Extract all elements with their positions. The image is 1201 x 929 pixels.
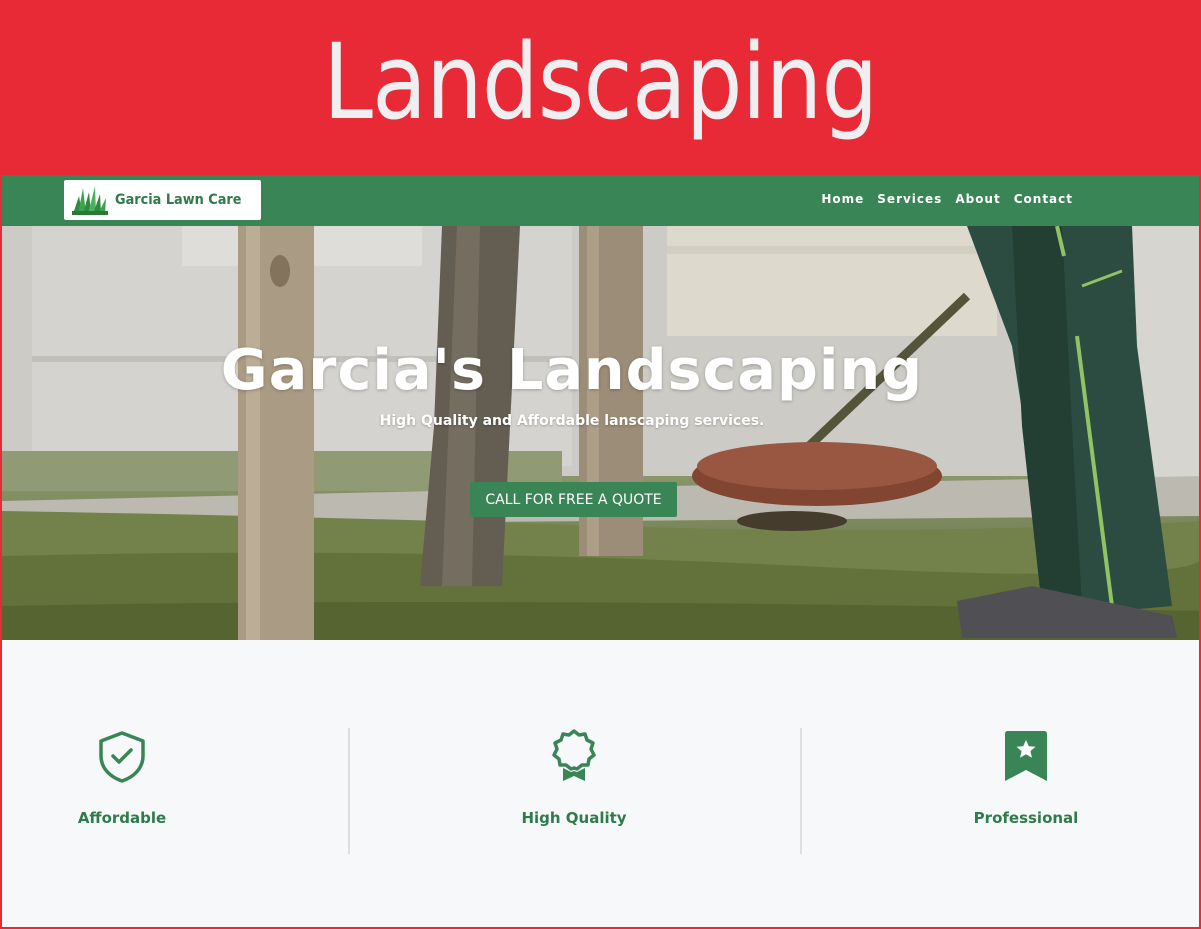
hero-section: Garcia's Landscaping High Quality and Af… [2,226,1199,640]
hero-subtitle: High Quality and Affordable lanscaping s… [379,413,765,429]
top-banner: Landscaping [2,2,1199,175]
nav-link-contact[interactable]: Contact [1014,192,1073,206]
banner-title: Landscaping [323,20,878,143]
feature-affordable: Affordable [72,728,172,854]
shield-check-icon [99,731,145,783]
feature-label: Professional [973,809,1079,827]
award-ribbon-icon [552,729,596,781]
nav-links: Home Services About Contact [821,192,1073,206]
nav-link-about[interactable]: About [955,192,1000,206]
feature-high-quality: High Quality [514,728,634,854]
feature-divider [348,728,350,854]
grass-logo-icon [72,186,108,215]
feature-label: Affordable [77,809,167,827]
feature-label: High Quality [521,809,627,827]
features-section: Affordable High Quality Professional [2,640,1199,927]
hero-background-image [2,226,1199,640]
hero-title: Garcia's Landscaping [220,338,924,403]
brand-logo-link[interactable]: Garcia Lawn Care [64,180,261,220]
feature-divider [800,728,802,854]
call-for-quote-button[interactable]: CALL FOR FREE A QUOTE [470,482,677,517]
nav-link-services[interactable]: Services [877,192,942,206]
feature-professional: Professional [966,728,1086,854]
navbar: Garcia Lawn Care Home Services About Con… [2,175,1199,226]
bookmark-star-icon [1005,731,1047,781]
brand-name: Garcia Lawn Care [115,192,242,208]
nav-link-home[interactable]: Home [821,192,864,206]
page-frame: Landscaping Garcia Lawn Care Home Servic… [0,0,1201,929]
